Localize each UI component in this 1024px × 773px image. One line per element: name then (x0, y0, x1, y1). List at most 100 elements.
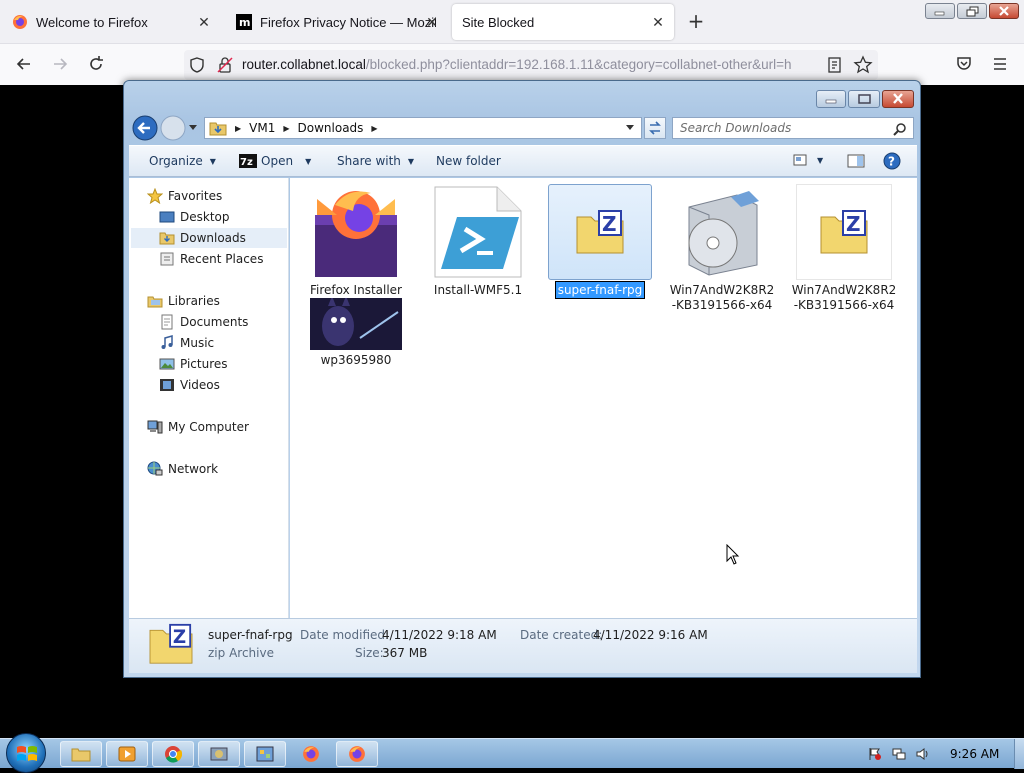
help-button[interactable]: ? (883, 152, 901, 170)
music-icon (161, 335, 173, 349)
explorer-close-button[interactable] (882, 90, 914, 108)
nav-libraries[interactable]: Libraries (147, 291, 287, 311)
taskbar-control-panel-button[interactable] (244, 741, 286, 767)
forward-button-icon[interactable] (160, 115, 186, 141)
nav-videos[interactable]: Videos (159, 375, 287, 395)
forward-icon[interactable] (50, 54, 70, 74)
taskbar-app-button[interactable] (198, 741, 240, 767)
file-item-install-wmf[interactable]: Install-WMF5.1 (425, 184, 531, 298)
nav-pictures-label: Pictures (180, 357, 228, 371)
details-file-type: zip Archive (208, 646, 274, 660)
nav-network-label: Network (168, 462, 219, 476)
open-button[interactable]: 7z Open ▼ (239, 154, 311, 168)
explorer-maximize-button[interactable] (848, 90, 880, 108)
close-window-button[interactable] (989, 3, 1019, 19)
url-host: router.collabnet.local (242, 57, 366, 72)
downloads-folder-icon (209, 122, 227, 136)
close-tab-icon[interactable]: ✕ (424, 14, 440, 30)
taskbar-media-player-button[interactable] (106, 741, 148, 767)
nav-my-computer[interactable]: My Computer (147, 417, 287, 437)
nav-favorites[interactable]: Favorites (147, 186, 287, 206)
file-name[interactable]: super-fnaf-rpg (554, 281, 646, 299)
change-view-button[interactable]: ▼ (793, 154, 823, 166)
url-bar[interactable]: router.collabnet.local/blocked.php?clien… (184, 50, 878, 80)
breadcrumb-vm1[interactable]: VM1 (249, 121, 275, 135)
preview-pane-button[interactable] (847, 154, 865, 168)
close-icon (999, 6, 1009, 16)
svg-text:?: ? (888, 155, 895, 169)
nav-recent-places[interactable]: Recent Places (159, 249, 287, 269)
explorer-minimize-button[interactable] (816, 90, 846, 108)
taskbar-chrome-button[interactable] (152, 741, 194, 767)
refresh-button[interactable] (644, 117, 666, 139)
volume-icon[interactable] (916, 747, 930, 761)
nav-videos-label: Videos (180, 378, 220, 392)
file-item-firefox-installer[interactable]: Firefox Installer (303, 184, 409, 298)
menu-icon[interactable] (990, 54, 1010, 74)
search-icon[interactable] (893, 122, 907, 136)
breadcrumb-downloads[interactable]: Downloads (298, 121, 364, 135)
address-dropdown-icon[interactable] (625, 124, 635, 132)
details-date-created: 4/11/2022 9:16 AM (593, 628, 708, 642)
pocket-icon[interactable] (954, 54, 974, 74)
reload-icon[interactable] (86, 54, 106, 74)
minimize-button[interactable] (925, 3, 955, 19)
nav-downloads-label: Downloads (180, 231, 246, 245)
nav-downloads[interactable]: Downloads (131, 228, 287, 248)
details-date-modified: 4/11/2022 9:18 AM (382, 628, 497, 642)
nav-pictures[interactable]: Pictures (159, 354, 287, 374)
svg-text:Z: Z (602, 212, 617, 236)
close-tab-icon[interactable]: ✕ (650, 14, 666, 30)
navigation-pane: Favorites Desktop Downloads Recent Place… (129, 178, 289, 618)
file-item-wp3695980[interactable]: wp3695980 (303, 298, 409, 368)
chevron-down-icon: ▼ (407, 156, 415, 166)
start-button[interactable] (6, 733, 46, 773)
taskbar-explorer-button[interactable] (60, 741, 102, 767)
search-box[interactable] (672, 117, 914, 139)
action-center-flag-icon[interactable] (868, 747, 882, 761)
taskbar-clock[interactable]: 9:26 AM (950, 747, 999, 761)
taskbar-firefox-pinned-button[interactable] (290, 741, 332, 767)
file-item-super-fnaf-rpg[interactable]: Z super-fnaf-rpg (547, 184, 653, 299)
recent-pages-dropdown-icon[interactable] (188, 124, 198, 132)
show-desktop-button[interactable] (1014, 739, 1024, 769)
details-size-label: Size: (355, 646, 384, 660)
insecure-lock-icon[interactable] (216, 56, 234, 74)
taskbar-firefox-button[interactable] (336, 741, 378, 767)
tab-site-blocked[interactable]: Site Blocked ✕ (452, 4, 674, 40)
new-folder-button[interactable]: New folder (436, 154, 501, 168)
computer-icon (147, 420, 163, 434)
breadcrumb-separator-icon[interactable]: ▶ (283, 124, 289, 133)
bookmark-star-icon[interactable] (853, 55, 873, 75)
share-with-button[interactable]: Share with ▼ (337, 154, 414, 168)
svg-text:Z: Z (173, 627, 186, 648)
nav-desktop[interactable]: Desktop (159, 207, 287, 227)
network-tray-icon[interactable] (892, 747, 906, 761)
close-tab-icon[interactable]: ✕ (196, 14, 212, 30)
media-player-icon (118, 746, 136, 762)
reader-view-icon[interactable] (826, 56, 844, 74)
breadcrumb-separator-icon[interactable]: ▶ (235, 124, 241, 133)
new-tab-button[interactable]: + (686, 11, 706, 32)
powershell-icon (434, 186, 522, 278)
folder-icon (71, 748, 91, 762)
restore-button[interactable] (957, 3, 987, 19)
breadcrumb-separator-icon[interactable]: ▶ (371, 124, 377, 133)
shield-icon[interactable] (188, 56, 206, 74)
nav-my-computer-label: My Computer (168, 420, 249, 434)
nav-network[interactable]: Network (147, 459, 287, 479)
file-item-win7-zip[interactable]: Z Win7AndW2K8R2-KB3191566-x64 (791, 184, 897, 313)
address-row: ▶ VM1 ▶ Downloads ▶ (132, 115, 914, 143)
nav-music[interactable]: Music (159, 333, 287, 353)
nav-documents[interactable]: Documents (159, 312, 287, 332)
url-path: /blocked.php?clientaddr=192.168.1.11&cat… (365, 57, 792, 72)
organize-button[interactable]: Organize ▼ (149, 154, 216, 168)
tab-welcome-to-firefox[interactable]: Welcome to Firefox ✕ (2, 4, 220, 40)
firefox-icon (303, 746, 319, 762)
tab-firefox-privacy-notice[interactable]: m Firefox Privacy Notice — Mozilla ✕ (226, 4, 446, 40)
back-button-icon[interactable] (132, 115, 158, 141)
file-item-win7-installer[interactable]: Win7AndW2K8R2-KB3191566-x64 (669, 184, 775, 313)
back-icon[interactable] (14, 54, 34, 74)
search-input[interactable] (680, 118, 890, 138)
address-bar[interactable]: ▶ VM1 ▶ Downloads ▶ (204, 117, 642, 139)
